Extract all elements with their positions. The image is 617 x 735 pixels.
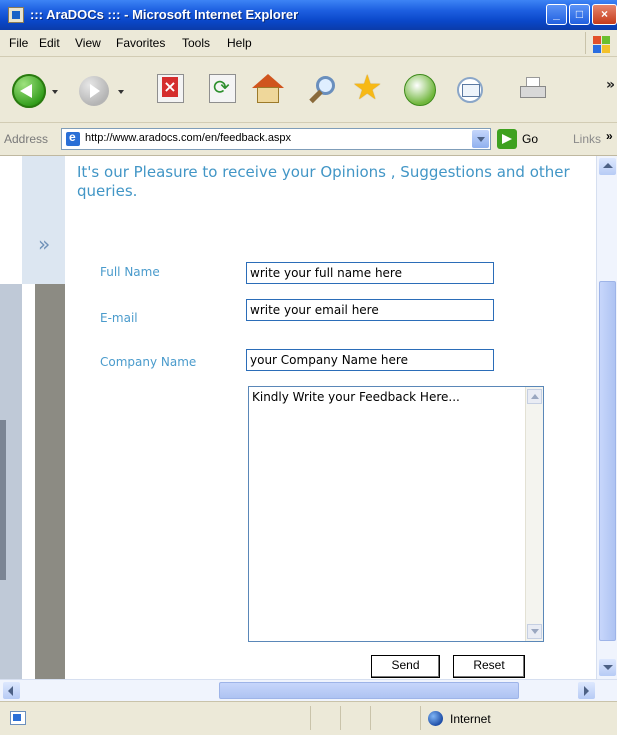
page-status-icon [10,711,26,725]
chevron-down-icon[interactable] [472,130,489,148]
full-name-label: Full Name [100,265,160,279]
page-icon [66,130,80,146]
email-input[interactable]: write your email here [246,299,494,321]
links-label[interactable]: Links [573,132,601,146]
scroll-right-icon[interactable] [578,682,595,699]
address-input[interactable]: http://www.aradocs.com/en/feedback.aspx [61,128,491,150]
feedback-scrollbar[interactable] [525,387,543,641]
address-bar: Address http://www.aradocs.com/en/feedba… [0,123,617,156]
windows-logo-icon [585,32,612,54]
maximize-button[interactable]: □ [569,4,590,25]
media-icon[interactable] [404,74,436,106]
print-icon[interactable] [520,77,546,103]
email-label: E-mail [100,311,138,325]
scroll-up-icon[interactable] [599,158,616,175]
back-arrow-icon[interactable] [12,74,46,108]
company-name-input[interactable]: your Company Name here [246,349,494,371]
status-divider [340,706,341,730]
browser-window: ::: AraDOCs ::: - Microsoft Internet Exp… [0,0,617,735]
status-bar: Internet [0,701,617,735]
menu-edit[interactable]: Edit [39,36,60,50]
address-url[interactable]: http://www.aradocs.com/en/feedback.aspx [85,132,291,144]
back-dropdown-icon[interactable] [52,90,58,94]
ie-window-icon [8,7,24,23]
menu-file[interactable]: File [9,36,28,50]
internet-globe-icon [428,711,443,726]
address-label: Address [4,132,49,146]
menu-view[interactable]: View [75,36,101,50]
scroll-left-icon[interactable] [3,682,20,699]
title-bar: ::: AraDOCs ::: - Microsoft Internet Exp… [0,0,617,30]
side-panel [22,156,65,284]
home-icon[interactable] [252,74,284,104]
menu-help[interactable]: Help [227,36,252,50]
minimize-button[interactable]: _ [546,4,567,25]
scroll-down-icon[interactable] [527,624,542,639]
status-divider [370,706,371,730]
scroll-down-icon[interactable] [599,659,616,676]
scroll-up-icon[interactable] [527,389,542,404]
page-content: » It's our Pleasure to receive your Opin… [0,156,617,679]
company-name-label: Company Name [100,355,197,369]
close-button[interactable]: × [592,4,617,25]
gray-stripe [35,284,65,679]
vertical-scrollbar[interactable] [596,156,617,679]
expand-arrow-icon[interactable]: » [38,232,50,256]
forward-dropdown-icon[interactable] [118,90,124,94]
refresh-icon[interactable] [209,74,236,103]
status-divider [310,706,311,730]
horizontal-scroll-thumb[interactable] [219,682,519,699]
reset-button[interactable]: Reset [453,655,525,678]
links-overflow-icon[interactable]: » [606,129,613,143]
go-button-label[interactable]: Go [522,132,538,146]
toolbar-overflow-icon[interactable]: » [606,77,615,93]
go-arrow-icon[interactable] [497,129,517,149]
status-divider [420,706,421,730]
horizontal-scrollbar[interactable] [0,679,617,701]
favorites-star-icon[interactable]: ★ [352,71,382,105]
forward-arrow-icon[interactable] [79,76,109,106]
toolbar: ★ » [0,57,617,123]
vertical-scroll-thumb[interactable] [599,281,616,641]
window-title: ::: AraDOCs ::: - Microsoft Internet Exp… [30,7,299,22]
menu-bar: File Edit View Favorites Tools Help [0,30,617,57]
security-zone-label: Internet [450,712,491,726]
feedback-textarea[interactable]: Kindly Write your Feedback Here... [248,386,544,642]
mail-icon[interactable] [457,77,483,103]
search-icon[interactable] [306,74,340,108]
menu-favorites[interactable]: Favorites [116,36,165,50]
intro-text: It's our Pleasure to receive your Opinio… [77,163,570,200]
full-name-input[interactable]: write your full name here [246,262,494,284]
feedback-text[interactable]: Kindly Write your Feedback Here... [252,390,460,404]
stop-icon[interactable] [157,74,184,103]
menu-tools[interactable]: Tools [182,36,210,50]
left-frame-bottom [0,284,22,679]
left-frame-top [0,156,23,284]
send-button[interactable]: Send [371,655,440,678]
